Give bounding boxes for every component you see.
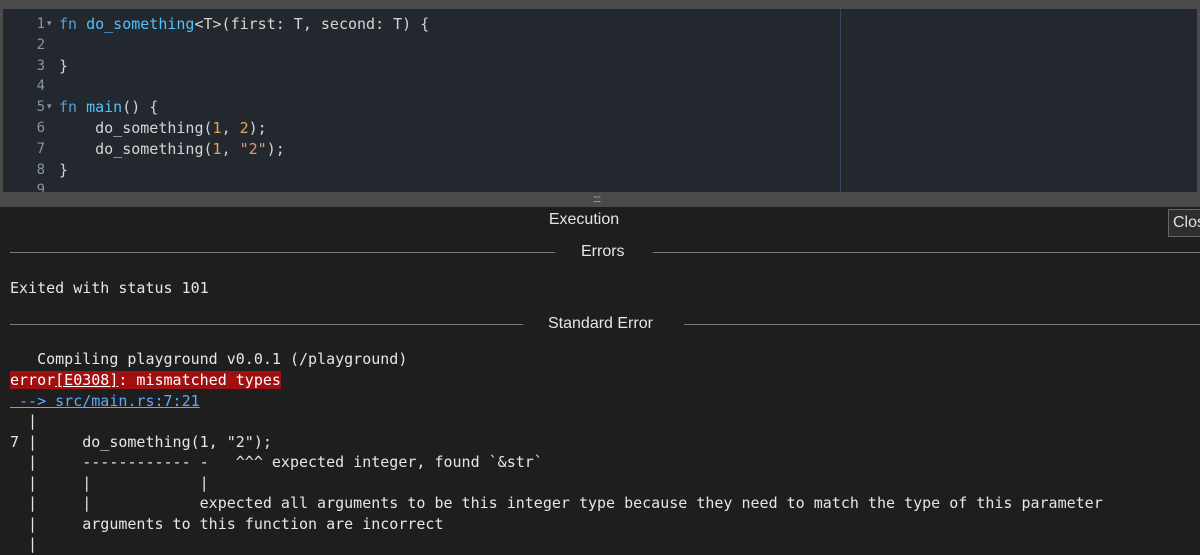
divider xyxy=(10,252,555,253)
diagnostic-line: 7 | do_something(1, "2"); xyxy=(10,432,272,451)
line-number: 3 xyxy=(36,57,45,74)
diagnostic-line: | | | xyxy=(10,473,209,492)
print-margin-line xyxy=(840,9,841,192)
pane-splitter[interactable]: :::: xyxy=(0,192,1200,207)
code-token: main xyxy=(86,98,123,117)
fold-toggle-icon[interactable]: ▾ xyxy=(47,18,52,29)
code-token: ); xyxy=(248,119,267,137)
line-number: 6 xyxy=(36,120,45,136)
code-token: 2 xyxy=(239,119,249,137)
diagnostic-line: | ------------ - ^^^ expected integer, f… xyxy=(10,453,543,471)
code-token: "2" xyxy=(239,139,267,158)
code-token: ); xyxy=(266,139,285,158)
location-line: --> src/main.rs:7:21 xyxy=(10,391,200,412)
code-token: do_something( xyxy=(59,119,213,137)
error-word: error xyxy=(10,371,56,389)
code-line: } xyxy=(59,56,68,77)
line-number: 5 xyxy=(36,99,45,116)
close-button[interactable]: Close xyxy=(1168,209,1200,237)
diagnostic-line: | | expected all arguments to be this in… xyxy=(10,494,1103,512)
fold-toggle-icon[interactable]: ▾ xyxy=(47,101,52,112)
error-header-line: error[E0308]: mismatched types xyxy=(10,370,281,391)
code-token: fn xyxy=(59,98,78,117)
errors-section-header: Errors xyxy=(10,242,1200,262)
code-token: , xyxy=(221,139,240,158)
error-highlight: error[E0308]: mismatched types xyxy=(10,371,281,389)
code-token: } xyxy=(59,56,69,75)
code-line: } xyxy=(59,160,68,181)
code-token: do_something( xyxy=(59,139,213,158)
exit-status-text: Exited with status 101 xyxy=(10,279,209,297)
code-token: fn xyxy=(59,15,78,33)
code-token: () { xyxy=(122,98,159,117)
code-token: <T>(first: T, second: T) { xyxy=(194,15,430,33)
drag-grip-icon[interactable]: :::: xyxy=(593,194,601,205)
line-number: 4 xyxy=(36,78,45,95)
code-token: 1 xyxy=(212,139,222,158)
code-line: do_something(1, 2); xyxy=(59,118,267,139)
stderr-label: Standard Error xyxy=(548,315,653,332)
code-editor[interactable]: 1 ▾ 2 3 4 5 ▾ 6 7 8 9 fn do_something<T>(first: T,… xyxy=(3,9,1197,192)
line-number: 8 xyxy=(36,161,45,178)
line-number: 7 xyxy=(36,140,45,157)
code-editor-frame: 1 ▾ 2 3 4 5 ▾ 6 7 8 9 fn do_something<T>(first: T,… xyxy=(0,0,1200,192)
code-token: } xyxy=(59,160,69,179)
location-link[interactable]: src/main.rs:7:21 xyxy=(55,392,200,410)
code-line: do_something(1, "2"); xyxy=(59,139,285,160)
code-token: 1 xyxy=(212,119,222,137)
code-token: , xyxy=(221,119,240,137)
diagnostic-line: | xyxy=(10,412,38,430)
line-number-gutter: 1 ▾ 2 3 4 5 ▾ 6 7 8 9 xyxy=(3,9,53,192)
errors-label: Errors xyxy=(581,243,625,260)
divider xyxy=(684,324,1200,325)
error-code-link[interactable]: [E0308] xyxy=(55,371,118,389)
divider xyxy=(10,324,523,325)
diagnostic-line: | arguments to this function are incorre… xyxy=(10,514,444,533)
output-title: Execution xyxy=(548,211,620,228)
output-panel: Execution Close Errors Exited with statu… xyxy=(0,207,1200,553)
error-message: : mismatched types xyxy=(118,371,281,389)
line-number: 9 xyxy=(36,182,45,192)
code-token: do_something xyxy=(86,15,195,33)
compiling-line: Compiling playground v0.0.1 (/playground… xyxy=(10,350,408,368)
code-area[interactable]: fn do_something<T>(first: T, second: T) … xyxy=(59,9,1197,192)
code-line: fn do_something<T>(first: T, second: T) … xyxy=(59,14,429,35)
line-number: 1 xyxy=(36,16,45,32)
divider xyxy=(653,252,1200,253)
diagnostic-line: | xyxy=(10,535,38,553)
stderr-section-header: Standard Error xyxy=(10,314,1200,334)
code-line: fn main() { xyxy=(59,97,158,118)
location-arrow[interactable]: --> xyxy=(10,392,55,410)
line-number: 2 xyxy=(36,36,45,53)
